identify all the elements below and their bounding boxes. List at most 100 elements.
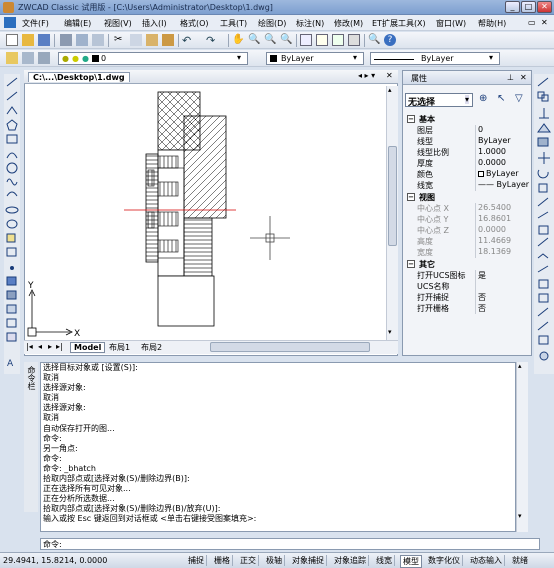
select-objects-icon[interactable]: ↖ <box>497 93 509 105</box>
section-other[interactable]: − 其它 <box>405 259 531 270</box>
find-icon[interactable]: 🔍 <box>368 34 380 46</box>
prop-row[interactable]: 打开捕捉否 <box>405 292 531 303</box>
tablet-toggle[interactable]: 数字化仪 <box>426 555 463 566</box>
document-tab[interactable]: C:\...\Desktop\1.dwg <box>28 72 130 82</box>
print-preview-icon[interactable] <box>76 34 88 46</box>
mdi-close-icon[interactable]: ✕ <box>541 18 548 27</box>
ortho-toggle[interactable]: 正交 <box>238 555 259 566</box>
mdi-restore-icon[interactable]: ▭ <box>528 18 536 27</box>
menu-tools[interactable]: 工具(T) <box>220 18 247 29</box>
cut-icon[interactable]: ✂ <box>114 34 126 46</box>
menu-help[interactable]: 帮助(H) <box>478 18 506 29</box>
zoom-window-icon[interactable]: 🔍 <box>264 34 276 46</box>
prop-row[interactable]: 线型比例 1.0000 <box>405 147 531 158</box>
publish-icon[interactable] <box>92 34 104 46</box>
tab-layout1[interactable]: 布局1 <box>106 342 133 353</box>
undo-icon[interactable]: ↶ <box>182 34 194 47</box>
open-icon[interactable] <box>22 34 34 46</box>
menu-insert[interactable]: 插入(I) <box>142 18 167 29</box>
osnap-toggle[interactable]: 对象捕捉 <box>290 555 327 566</box>
save-icon[interactable] <box>38 34 50 46</box>
minimize-button[interactable]: _ <box>505 1 520 13</box>
layer-dropdown[interactable]: ● ● ● 0 ▾ <box>58 52 248 65</box>
tab-model[interactable]: Model <box>70 342 106 353</box>
scroll-up-icon[interactable]: ▴ <box>518 362 522 370</box>
tab-prev-icon[interactable]: ◂ <box>38 342 42 351</box>
layer-manager-icon[interactable] <box>6 52 18 64</box>
tool-palettes-icon[interactable] <box>332 34 344 46</box>
color-dropdown[interactable]: ByLayer ▾ <box>266 52 364 65</box>
hatched-part[interactable] <box>145 91 227 327</box>
close-button[interactable]: ✕ <box>537 1 552 13</box>
drawing-canvas[interactable]: Y X <box>26 86 396 340</box>
print-icon[interactable] <box>60 34 72 46</box>
vertical-scrollbar[interactable]: ▴ ▾ <box>386 86 398 340</box>
menu-modify[interactable]: 修改(M) <box>334 18 363 29</box>
zoom-previous-icon[interactable]: 🔍 <box>280 34 292 46</box>
scroll-down-icon[interactable]: ▾ <box>518 512 522 520</box>
design-center-icon[interactable] <box>316 34 328 46</box>
pan-icon[interactable]: ✋ <box>232 34 244 46</box>
tab-nav-icon[interactable]: ◂ ▸ ▾ <box>358 71 375 80</box>
redo-icon[interactable]: ↷ <box>206 34 218 47</box>
polar-toggle[interactable]: 极轴 <box>264 555 285 566</box>
modify-tool-icons[interactable] <box>534 74 554 374</box>
scroll-thumb[interactable] <box>388 146 397 246</box>
menu-draw[interactable]: 绘图(D) <box>258 18 286 29</box>
menu-window[interactable]: 窗口(W) <box>436 18 466 29</box>
layer-previous-icon[interactable] <box>22 52 34 64</box>
command-input[interactable]: 命令: <box>40 538 540 550</box>
prop-row[interactable]: 打开UCS图标是 <box>405 270 531 281</box>
doc-close-icon[interactable]: ✕ <box>386 71 393 80</box>
pin-icon[interactable]: ⊥ <box>507 73 514 82</box>
menu-dimension[interactable]: 标注(N) <box>296 18 324 29</box>
tab-layout2[interactable]: 布局2 <box>138 342 165 353</box>
new-icon[interactable] <box>6 34 18 46</box>
snap-toggle[interactable]: 捕捉 <box>186 555 207 566</box>
tab-last-icon[interactable]: ▸| <box>56 342 63 351</box>
linetype-dropdown[interactable]: ByLayer ▾ <box>370 52 500 65</box>
menu-view[interactable]: 视图(V) <box>104 18 132 29</box>
command-line: 命令: <box>43 453 62 463</box>
menu-edit[interactable]: 编辑(E) <box>64 18 91 29</box>
copy-icon[interactable] <box>130 34 142 46</box>
layer-state-icon[interactable] <box>38 52 50 64</box>
menu-file[interactable]: 文件(F) <box>22 18 49 29</box>
grid-toggle[interactable]: 栅格 <box>212 555 233 566</box>
section-basic[interactable]: − 基本 <box>405 114 531 125</box>
prop-row[interactable]: 颜色 ByLayer <box>405 169 531 180</box>
help-icon[interactable]: ? <box>384 34 396 46</box>
prop-row[interactable]: 线型 ByLayer <box>405 136 531 147</box>
command-scrollbar[interactable]: ▴ ▾ <box>516 362 528 532</box>
scroll-down-icon[interactable]: ▾ <box>388 328 392 336</box>
tab-first-icon[interactable]: |◂ <box>26 342 33 351</box>
otrack-toggle[interactable]: 对象追踪 <box>332 555 369 566</box>
prop-row[interactable]: 打开栅格否 <box>405 303 531 314</box>
prop-row[interactable]: UCS名称 <box>405 281 531 292</box>
filter-icon[interactable]: ▽ <box>515 93 527 105</box>
hscroll-thumb[interactable] <box>210 342 370 352</box>
command-bar-handle[interactable]: 命令栏 <box>24 362 38 512</box>
doc-menu-icon[interactable] <box>4 17 16 28</box>
quick-select-icon[interactable]: ⊕ <box>479 93 491 105</box>
menu-et-tools[interactable]: ET扩展工具(X) <box>372 18 426 29</box>
panel-close-icon[interactable]: ✕ <box>520 73 527 82</box>
tab-next-icon[interactable]: ▸ <box>48 342 52 351</box>
prop-row[interactable]: 图层 0 <box>405 125 531 136</box>
prop-row[interactable]: 厚度 0.0000 <box>405 158 531 169</box>
properties-icon[interactable] <box>300 34 312 46</box>
draw-tool-icons[interactable]: A <box>4 74 20 374</box>
scroll-up-icon[interactable]: ▴ <box>388 86 392 94</box>
zoom-realtime-icon[interactable]: 🔍 <box>248 34 260 46</box>
section-view[interactable]: − 视图 <box>405 192 531 203</box>
selection-dropdown[interactable]: 无选择 ▾ <box>405 93 473 108</box>
match-prop-icon[interactable] <box>162 34 174 46</box>
calc-icon[interactable] <box>348 34 360 46</box>
paste-icon[interactable] <box>146 34 158 46</box>
lineweight-toggle[interactable]: 线宽 <box>374 555 395 566</box>
dynamic-input-toggle[interactable]: 动态输入 <box>468 555 505 566</box>
menu-format[interactable]: 格式(O) <box>180 18 209 29</box>
model-toggle[interactable]: 模型 <box>400 555 422 568</box>
prop-row[interactable]: 线宽 —— ByLayer <box>405 180 531 191</box>
maximize-button[interactable]: □ <box>521 1 536 13</box>
